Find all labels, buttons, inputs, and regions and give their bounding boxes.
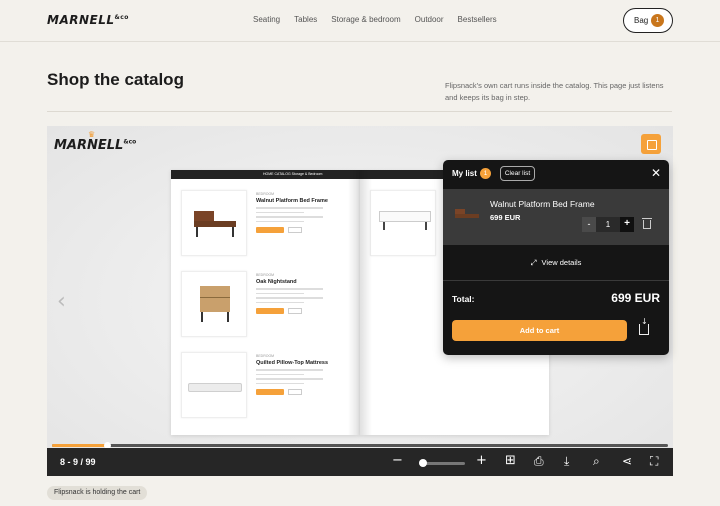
fullscreen-icon[interactable]: ⛶ xyxy=(650,454,658,468)
print-icon[interactable]: ⎙ xyxy=(534,454,544,468)
product-info: BEDROOM Oak Nightstand xyxy=(256,273,351,314)
main-nav: Seating Tables Storage & bedroom Outdoor… xyxy=(253,15,511,24)
product-card[interactable]: BEDROOM Quilted Pillow-Top Mattress xyxy=(181,352,351,422)
view-details-label: View details xyxy=(541,258,582,267)
product-image-nightstand[interactable] xyxy=(181,271,247,337)
shop-button[interactable] xyxy=(256,227,284,233)
crown-icon: ♛ xyxy=(88,130,96,139)
bag-toggle-icon[interactable] xyxy=(641,134,661,154)
zoom-slider[interactable] xyxy=(419,459,465,467)
bag-button[interactable]: Bag 1 xyxy=(623,8,673,33)
page-header-bar: HOME CATALOG Storage & Bedroom xyxy=(171,170,360,179)
zoom-handle[interactable] xyxy=(419,459,427,467)
quantity-value[interactable]: 1 xyxy=(596,217,620,232)
product-category: BEDROOM xyxy=(256,354,275,358)
product-info: BEDROOM Walnut Platform Bed Frame xyxy=(256,192,351,233)
quick-view-button[interactable] xyxy=(288,308,302,314)
product-category: BEDROOM xyxy=(256,192,275,196)
nav-item-tables[interactable]: Tables xyxy=(294,15,317,24)
total-value: 699 EUR xyxy=(611,291,660,305)
page-indicator: 8 - 9 / 99 xyxy=(60,457,96,467)
share-icon[interactable]: ⋖ xyxy=(622,454,632,468)
product-name: Quilted Pillow-Top Mattress xyxy=(256,360,329,366)
quick-view-button[interactable] xyxy=(288,389,302,395)
product-image-media-console[interactable] xyxy=(370,190,436,256)
add-to-cart-button[interactable]: Add to cart xyxy=(452,320,627,341)
brand-logo[interactable]: MARNELL&co xyxy=(47,13,129,27)
viewer-toolbar: 8 - 9 / 99 − + ⊞ ⎙ ⤓ ⌕ ⋖ ⛶ xyxy=(47,448,673,476)
grid-view-icon[interactable]: ⊞ xyxy=(505,454,516,468)
page-title: Shop the catalog xyxy=(47,70,184,89)
quick-view-button[interactable] xyxy=(288,227,302,233)
cart-panel: My list 1 Clear list ✕ Walnut Platform B… xyxy=(443,160,669,355)
viewer-brand-name: MARNELL xyxy=(54,138,124,153)
decrement-button[interactable]: - xyxy=(582,217,596,232)
page-header-text: HOME CATALOG Storage & Bedroom xyxy=(263,172,323,176)
product-card[interactable]: BEDROOM Walnut Platform Bed Frame xyxy=(181,190,351,260)
close-icon[interactable]: ✕ xyxy=(651,166,661,180)
page-description: Flipsnack's own cart runs inside the cat… xyxy=(445,81,664,102)
expand-icon: ⤢ xyxy=(530,258,537,267)
zoom-in-icon[interactable]: + xyxy=(476,454,487,468)
page-progress-bar[interactable] xyxy=(52,442,668,449)
bag-label: Bag xyxy=(634,16,649,25)
product-image-bed[interactable] xyxy=(181,190,247,256)
product-card[interactable]: BEDROOM Oak Nightstand xyxy=(181,271,351,341)
product-image-mattress[interactable] xyxy=(181,352,247,418)
cart-title: My list xyxy=(452,169,477,178)
increment-button[interactable]: + xyxy=(620,217,634,232)
shop-button[interactable] xyxy=(256,308,284,314)
catalog-page-left: HOME CATALOG Storage & Bedroom BEDROOM W… xyxy=(171,170,360,435)
bag-count-badge: 1 xyxy=(651,14,664,27)
cart-item-price: 699 EUR xyxy=(490,213,521,222)
cart-item-name: Walnut Platform Bed Frame xyxy=(490,199,595,209)
download-icon[interactable]: ⤓ xyxy=(564,454,569,468)
nav-item-outdoor[interactable]: Outdoor xyxy=(415,15,444,24)
nav-item-storage-bedroom[interactable]: Storage & bedroom xyxy=(331,15,400,24)
brand-suffix: &co xyxy=(114,14,129,21)
status-badge: Flipsnack is holding the cart xyxy=(47,486,148,500)
nav-item-seating[interactable]: Seating xyxy=(253,15,280,24)
quantity-stepper: - 1 + xyxy=(582,217,634,232)
total-label: Total: xyxy=(452,294,475,304)
cart-count-badge: 1 xyxy=(480,168,491,179)
progress-fill xyxy=(52,444,108,447)
clear-list-button[interactable]: Clear list xyxy=(500,166,535,181)
download-list-icon[interactable] xyxy=(639,317,649,335)
cart-header: My list 1 Clear list ✕ xyxy=(443,160,669,188)
product-name: Oak Nightstand xyxy=(256,279,297,285)
viewer-brand-logo: ♛ MARNELL&co xyxy=(54,130,137,153)
book-spine xyxy=(348,170,372,435)
viewer-brand-suffix: &co xyxy=(123,138,137,146)
product-name: Walnut Platform Bed Frame xyxy=(256,198,328,204)
cart-divider xyxy=(443,280,669,281)
brand-name: MARNELL xyxy=(47,13,115,27)
product-info: BEDROOM Quilted Pillow-Top Mattress xyxy=(256,354,351,395)
site-header: MARNELL&co Seating Tables Storage & bedr… xyxy=(0,0,720,42)
shop-button[interactable] xyxy=(256,389,284,395)
section-divider xyxy=(47,111,672,112)
zoom-out-icon[interactable]: − xyxy=(392,454,403,468)
search-icon[interactable]: ⌕ xyxy=(593,454,600,468)
product-category: BEDROOM xyxy=(256,273,275,277)
view-details-button[interactable]: ⤢ View details xyxy=(443,258,669,268)
cart-item-image xyxy=(453,205,481,227)
prev-page-arrow-icon[interactable]: ‹ xyxy=(57,289,66,314)
trash-icon[interactable] xyxy=(642,218,652,229)
cart-item: Walnut Platform Bed Frame 699 EUR - 1 + xyxy=(443,189,669,245)
nav-item-bestsellers[interactable]: Bestsellers xyxy=(458,15,497,24)
